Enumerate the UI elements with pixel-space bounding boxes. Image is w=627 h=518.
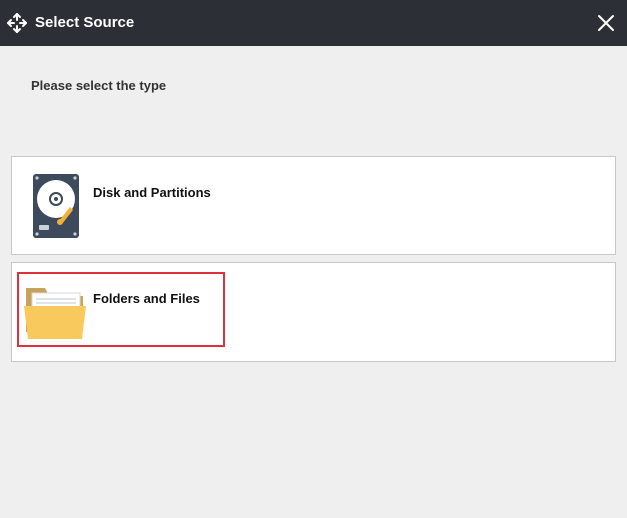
hard-disk-icon (33, 174, 79, 238)
backup-arrows-icon (7, 13, 27, 33)
disk-and-partitions-label: Disk and Partitions (93, 185, 211, 200)
close-icon[interactable] (594, 11, 618, 35)
option-disk-and-partitions[interactable]: Disk and Partitions (11, 156, 616, 255)
window-title: Select Source (35, 14, 135, 31)
folder-icon (24, 288, 86, 339)
folders-and-files-label: Folders and Files (93, 291, 200, 306)
title-bar: Select Source (0, 0, 627, 46)
option-folders-and-files[interactable]: Folders and Files (11, 262, 616, 362)
select-type-prompt: Please select the type (31, 78, 167, 93)
